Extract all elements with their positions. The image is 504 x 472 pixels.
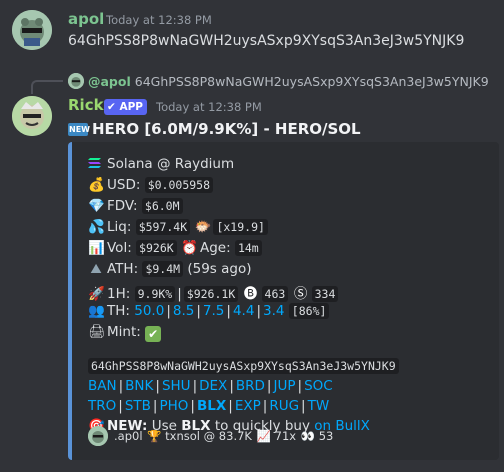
embed-footer-row: .ap0l 🏆 txnsol @ 83.7K 📈 71x 👀 53 [88, 426, 333, 446]
app-badge-label: APP [119, 101, 143, 113]
link-blx[interactable]: BLX [197, 398, 226, 414]
pufferfish-icon: 🐡 [194, 219, 212, 235]
th-label: TH: [107, 303, 130, 319]
fdv-line: 💎 FDV: $6.0M [88, 198, 183, 214]
token-title: HERO [6.0M/9.9K%] - HERO/SOL [92, 120, 361, 138]
ath-line: ⛰ ATH: $9.4M (59s ago) [88, 261, 252, 277]
th-link-1[interactable]: 50.0 [134, 303, 164, 319]
ath-value: $9.4M [142, 261, 184, 277]
trophy-icon: 🏆 [147, 429, 162, 443]
droplets-icon: 💦 [88, 219, 105, 235]
eyes-icon: 👀 [300, 429, 315, 443]
usd-label: USD: [107, 177, 141, 193]
alarm-clock-icon: ⏰ [180, 240, 198, 256]
th-link-3[interactable]: 7.5 [203, 303, 224, 319]
liq-label: Liq: [107, 219, 132, 235]
rocket-icon: 🚀 [88, 286, 105, 302]
th-link-2[interactable]: 8.5 [173, 303, 194, 319]
sells-icon: Ⓢ [293, 286, 308, 302]
check-icon: ✔ [145, 326, 162, 342]
token-embed: Solana @ Raydium 💰 USD: $0.005958 💎 FDV: $… [68, 142, 499, 460]
link-pho[interactable]: PHO [159, 398, 188, 414]
h1-sells: 334 [311, 286, 339, 302]
top-holders-line: 👥 TH: 50.0 | 8.5 | 7.5 | 4.4 | 3.4 [86%] [88, 303, 330, 319]
contract-line: 64GhPSS8P8wNaGWH2uysASxp9XYsqS3An3eJ3w5Y… [88, 358, 399, 374]
link-rug[interactable]: RUG [269, 398, 299, 414]
timestamp: Today at 12:38 PM [106, 13, 212, 27]
footer-eyes-count: 53 [318, 429, 334, 443]
fdv-label: FDV: [107, 198, 138, 214]
liq-multiplier: [x19.9] [213, 219, 268, 235]
link-bnk[interactable]: BNK [125, 378, 153, 394]
liq-value: $597.4K [135, 219, 191, 235]
usd-value: $0.005958 [144, 177, 214, 193]
th-total: [86%] [288, 303, 330, 319]
app-badge: ✔ APP [104, 99, 147, 115]
mint-line: 🖨 Mint: ✔ [88, 324, 162, 342]
ath-ago: (59s ago) [187, 261, 252, 277]
money-bag-icon: 💰 [88, 177, 105, 193]
footer-user: .ap0l [114, 429, 143, 443]
link-brd[interactable]: BRD [236, 378, 265, 394]
link-ban[interactable]: BAN [88, 378, 117, 394]
links-row-2: TRO | STB | PHO | BLX | EXP | RUG | TW [88, 398, 330, 414]
verified-check-icon: ✔ [107, 101, 116, 113]
link-tw[interactable]: TW [308, 398, 330, 414]
new-icon: NEW [68, 123, 90, 136]
reply-spine [31, 80, 63, 94]
reply-content: 64GhPSS8P8wNaGWH2uysASxp9XYsqS3An3eJ3w5Y… [134, 74, 489, 89]
link-dex[interactable]: DEX [199, 378, 227, 394]
message-content: 64GhPSS8P8wNaGWH2uysASxp9XYsqS3An3eJ3w5Y… [68, 33, 465, 49]
reply-username[interactable]: @apol [88, 74, 131, 89]
hour-line: 🚀 1H: 9.9K% | $926.1K 🅑 463 Ⓢ 334 [88, 282, 339, 302]
footer-avatar [88, 426, 108, 446]
h1-label: 1H: [107, 286, 131, 302]
reply-reference[interactable]: @apol 64GhPSS8P8wNaGWH2uysASxp9XYsqS3An3e… [68, 73, 489, 89]
chart-up-icon: 📈 [256, 429, 271, 443]
h1-pct: 9.9K% [134, 286, 176, 302]
vol-line: 📊 Vol: $926K ⏰ Age: 14m [88, 240, 262, 256]
link-jup[interactable]: JUP [273, 378, 295, 394]
link-soc[interactable]: SOC [304, 378, 333, 394]
bot-username[interactable]: Rick [68, 96, 104, 114]
reply-avatar [68, 73, 84, 89]
mint-label: Mint: [107, 324, 141, 340]
username[interactable]: apol [68, 10, 104, 28]
chart-icon: 📊 [88, 240, 105, 256]
th-link-4[interactable]: 4.4 [233, 303, 254, 319]
usd-line: 💰 USD: $0.005958 [88, 177, 214, 193]
solana-icon [88, 158, 101, 168]
link-exp[interactable]: EXP [235, 398, 261, 414]
gem-icon: 💎 [88, 198, 105, 214]
liq-line: 💦 Liq: $597.4K 🐡 [x19.9] [88, 219, 268, 235]
link-stb[interactable]: STB [125, 398, 151, 414]
ath-label: ATH: [107, 261, 139, 277]
age-value: 14m [234, 240, 262, 256]
mountain-icon: ⛰ [90, 261, 102, 277]
fdv-value: $6.0M [141, 198, 183, 214]
timestamp: Today at 12:38 PM [156, 100, 262, 114]
vol-value: $926K [136, 240, 177, 256]
vol-label: Vol: [107, 240, 132, 256]
h1-vol: $926.1K [183, 286, 239, 302]
user-avatar[interactable] [12, 10, 52, 50]
holders-icon: 👥 [88, 303, 105, 319]
footer-multiplier: 71x [274, 429, 297, 443]
footer-trophy-user: txnsol @ 83.7K [165, 429, 252, 443]
buys-icon: 🅑 [243, 286, 258, 302]
link-shu[interactable]: SHU [162, 378, 191, 394]
pair-name: Solana @ Raydium [107, 156, 235, 172]
message-title: NEW HERO [6.0M/9.9K%] - HERO/SOL [68, 120, 361, 138]
links-row-1: BAN | BNK | SHU | DEX | BRD | JUP | SOC [88, 378, 333, 394]
printer-icon: 🖨 [88, 324, 106, 340]
pair-line: Solana @ Raydium [88, 156, 234, 172]
link-tro[interactable]: TRO [88, 398, 116, 414]
contract-address[interactable]: 64GhPSS8P8wNaGWH2uysASxp9XYsqS3An3eJ3w5Y… [88, 358, 399, 374]
h1-buys: 463 [261, 286, 289, 302]
th-link-5[interactable]: 3.4 [263, 303, 284, 319]
age-label: Age: [199, 240, 231, 256]
bot-avatar[interactable] [12, 96, 52, 136]
